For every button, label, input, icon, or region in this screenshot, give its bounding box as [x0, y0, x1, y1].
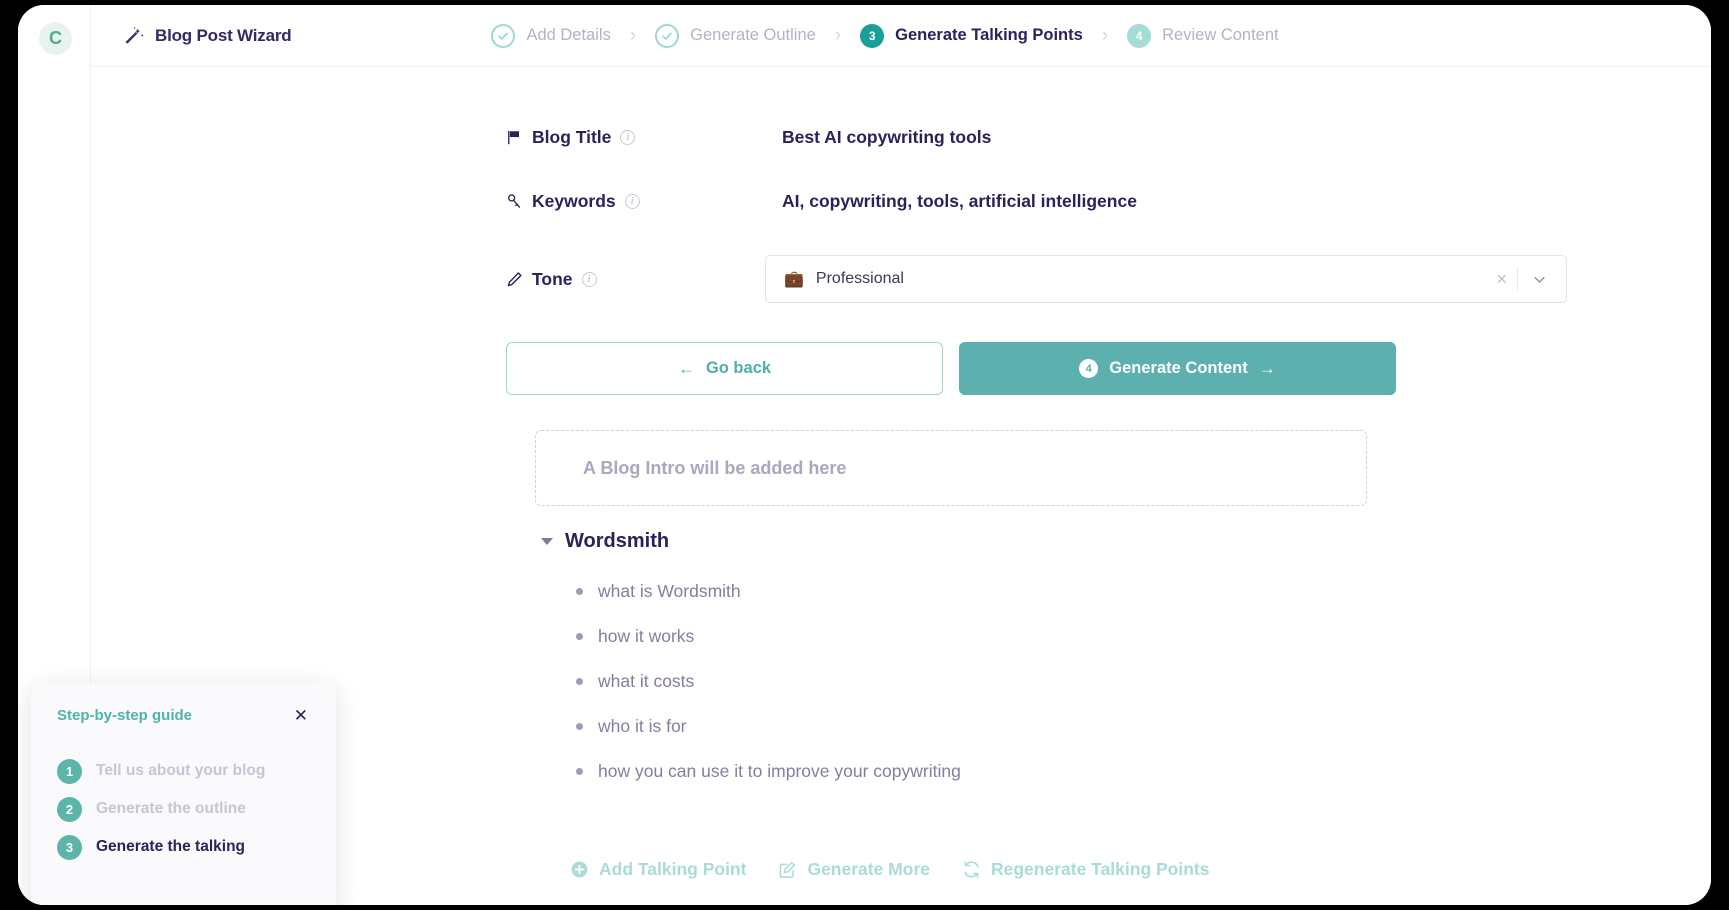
field-label: Tone	[532, 268, 573, 289]
guide-step-number: 2	[57, 796, 82, 822]
breadcrumb-separator: ›	[629, 24, 637, 46]
regenerate-talking-points-label: Regenerate Talking Points	[991, 859, 1210, 879]
step-by-step-guide-popup: Step-by-step guide ✕ 1 Tell us about you…	[31, 683, 336, 905]
list-item[interactable]: what is Wordsmith	[535, 569, 1435, 614]
blog-intro-placeholder[interactable]: A Blog Intro will be added here	[535, 430, 1367, 506]
step-number-badge: 4	[1127, 23, 1152, 48]
keywords-label-group: Keywords i	[506, 191, 688, 212]
breadcrumb-separator: ›	[1101, 24, 1109, 46]
breadcrumb-step-label: Generate Talking Points	[895, 26, 1083, 44]
info-icon[interactable]: i	[624, 194, 640, 209]
magic-wand-icon	[125, 26, 144, 43]
generate-more-label: Generate More	[807, 859, 930, 879]
generate-content-label: Generate Content	[1109, 359, 1248, 377]
breadcrumb-step-label: Review Content	[1162, 26, 1279, 44]
avatar[interactable]: C	[39, 22, 72, 55]
bullet-icon	[576, 723, 583, 730]
step-check-icon	[655, 23, 680, 48]
page-title: Blog Post Wizard	[155, 25, 292, 45]
guide-step-3[interactable]: 3 Generate the talking	[57, 828, 310, 866]
guide-step-1[interactable]: 1 Tell us about your blog	[57, 752, 310, 790]
talking-point-actions: Add Talking Point Generate More Regenera…	[570, 859, 1209, 880]
breadcrumb-step-label: Add Details	[526, 26, 611, 44]
guide-step-label: Generate the outline	[96, 800, 246, 817]
arrow-right-icon: →	[1258, 359, 1276, 378]
list-item[interactable]: who it is for	[535, 704, 1435, 749]
briefcase-icon: 💼	[784, 271, 804, 288]
outline-section-header[interactable]: Wordsmith	[541, 530, 1435, 553]
outline-section-title: Wordsmith	[565, 530, 670, 552]
guide-step-label: Generate the talking	[96, 838, 246, 855]
step-check-icon	[491, 23, 516, 48]
key-icon	[508, 194, 521, 208]
talking-points-list: what is Wordsmith how it works what it c…	[535, 569, 1435, 794]
generate-more-button[interactable]: Generate More	[778, 859, 930, 880]
talking-point-text: how it works	[598, 626, 695, 646]
breadcrumb-step-generate-talking-points[interactable]: 3 Generate Talking Points	[860, 23, 1083, 48]
bullet-icon	[576, 678, 583, 685]
edit-square-icon	[780, 861, 796, 878]
go-back-button[interactable]: ← Go back	[506, 342, 943, 395]
wizard-button-row: ← Go back 4 Generate Content →	[506, 342, 1396, 395]
guide-title: Step-by-step guide	[57, 707, 193, 724]
guide-step-2[interactable]: 2 Generate the outline	[57, 790, 310, 828]
breadcrumb-step-label: Generate Outline	[690, 26, 816, 44]
breadcrumb-step-generate-outline[interactable]: Generate Outline	[655, 23, 816, 48]
blog-title-value: Best AI copywriting tools	[782, 127, 992, 147]
guide-step-number: 3	[57, 834, 82, 860]
list-item[interactable]: how you can use it to improve your copyw…	[535, 749, 1435, 794]
tone-select[interactable]: 💼 Professional ×	[765, 255, 1567, 303]
tone-selected-value: Professional	[815, 270, 904, 287]
pen-icon	[507, 271, 522, 286]
talking-point-text: what it costs	[598, 671, 695, 691]
field-row-blog-title: Blog Title i Best AI copywriting tools	[506, 127, 991, 148]
add-talking-point-label: Add Talking Point	[599, 859, 747, 879]
bullet-icon	[576, 588, 583, 595]
talking-point-text: who it is for	[598, 716, 687, 736]
breadcrumb-step-add-details[interactable]: Add Details	[491, 23, 611, 48]
guide-step-number: 1	[57, 758, 82, 784]
caret-down-icon[interactable]	[541, 538, 553, 545]
info-icon[interactable]: i	[581, 271, 597, 287]
step-number-badge: 3	[860, 23, 885, 48]
add-talking-point-button[interactable]: Add Talking Point	[570, 859, 746, 880]
step-number-badge: 4	[1079, 359, 1099, 378]
list-item[interactable]: how it works	[535, 614, 1435, 659]
talking-point-text: how you can use it to improve your copyw…	[598, 761, 961, 781]
refresh-icon	[964, 861, 979, 878]
outline-section: Wordsmith what is Wordsmith how it works…	[535, 530, 1435, 794]
field-row-keywords: Keywords i AI, copywriting, tools, artif…	[506, 191, 1137, 212]
guide-header: Step-by-step guide ✕	[57, 707, 310, 724]
blog-title-label-group: Blog Title i	[506, 127, 688, 148]
bullet-icon	[576, 768, 583, 775]
app-window: C Blog Post Wizard Add Details › Generat…	[18, 5, 1711, 905]
bullet-icon	[576, 633, 583, 640]
arrow-left-icon: ←	[677, 359, 695, 378]
guide-step-list: 1 Tell us about your blog 2 Generate the…	[57, 752, 310, 866]
top-bar: Blog Post Wizard Add Details › Generate …	[91, 5, 1711, 67]
breadcrumb-separator: ›	[834, 24, 842, 46]
field-label: Keywords	[532, 191, 616, 211]
keywords-value: AI, copywriting, tools, artificial intel…	[782, 191, 1137, 211]
guide-step-label: Tell us about your blog	[96, 762, 266, 779]
go-back-label: Go back	[705, 359, 772, 377]
close-icon[interactable]: ✕	[292, 707, 310, 724]
flag-icon	[508, 130, 520, 145]
tone-label-group: Tone i	[506, 269, 688, 290]
plus-circle-icon	[571, 861, 588, 878]
info-icon[interactable]: i	[620, 130, 636, 145]
breadcrumb-step-review-content[interactable]: 4 Review Content	[1127, 23, 1279, 48]
list-item[interactable]: what it costs	[535, 659, 1435, 704]
blog-intro-placeholder-text: A Blog Intro will be added here	[583, 457, 847, 478]
field-label: Blog Title	[532, 127, 612, 147]
regenerate-talking-points-button[interactable]: Regenerate Talking Points	[962, 859, 1209, 880]
talking-point-text: what is Wordsmith	[598, 581, 741, 601]
clear-icon[interactable]: ×	[1486, 270, 1517, 288]
generate-content-button[interactable]: 4 Generate Content →	[959, 342, 1396, 395]
wizard-title-group: Blog Post Wizard	[125, 25, 292, 46]
wizard-breadcrumb: Add Details › Generate Outline › 3 Gener…	[491, 23, 1279, 48]
chevron-down-icon[interactable]	[1518, 272, 1561, 287]
field-row-tone: Tone i 💼 Professional ×	[506, 255, 1567, 303]
